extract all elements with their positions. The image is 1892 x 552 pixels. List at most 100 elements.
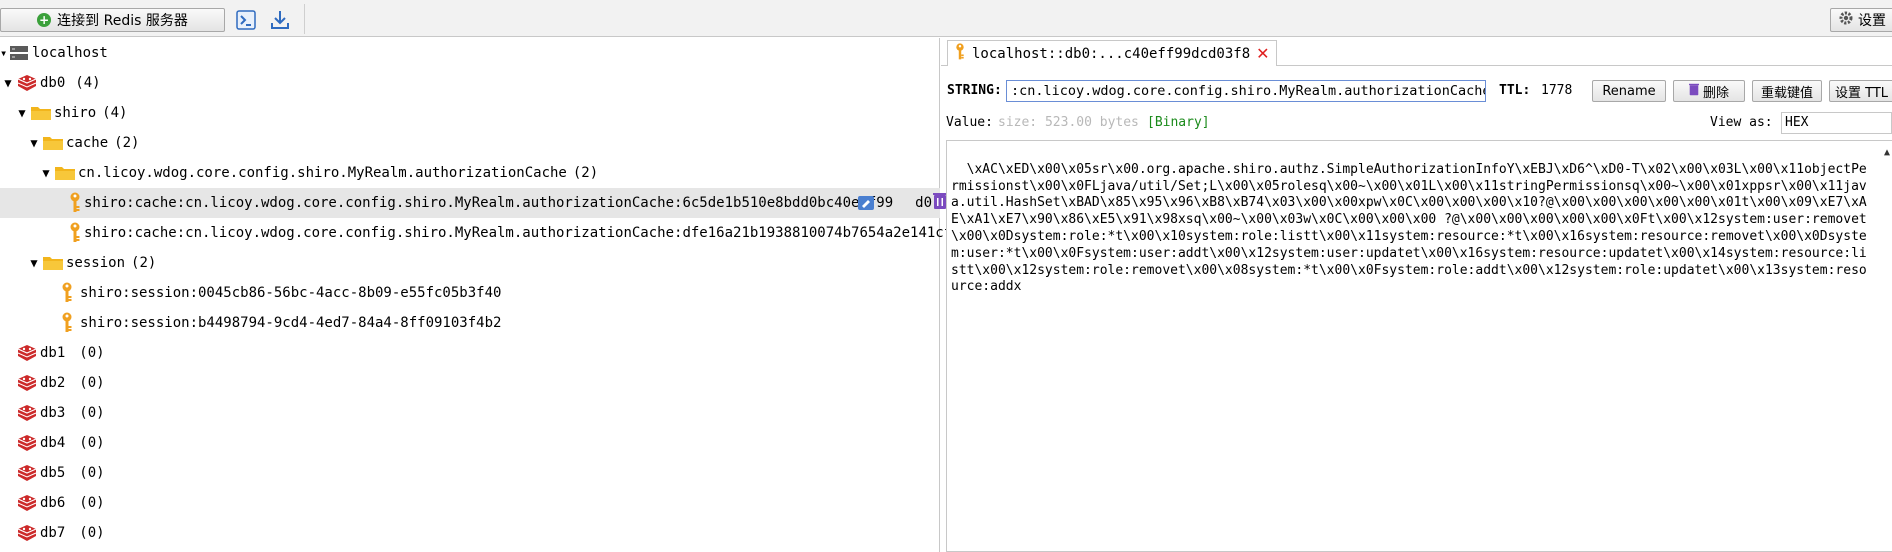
binary-tag: [Binary] [1147, 115, 1210, 130]
rename-button[interactable]: Rename [1592, 80, 1666, 102]
expand-arrow-icon[interactable]: ▼ [28, 136, 40, 150]
tree-item-key-selected[interactable]: shiro:cache:cn.licoy.wdog.core.config.sh… [0, 188, 956, 218]
expand-arrow-icon[interactable]: ▼ [28, 256, 40, 270]
tree-item-label: db0 [40, 75, 66, 91]
console-icon[interactable] [234, 8, 258, 32]
gear-icon [1839, 11, 1853, 29]
tree-item-label: cache [66, 135, 109, 151]
reload-value-button[interactable]: 重载键值 [1752, 80, 1822, 102]
tree-item-db0[interactable]: ▼ db0 (4) [0, 68, 940, 98]
key-count: (0) [79, 345, 105, 361]
tree-item-label: shiro:cache:cn.licoy.wdog.core.config.sh… [84, 195, 894, 211]
database-icon [16, 372, 38, 394]
key-count: (0) [79, 495, 105, 511]
tree-item-key[interactable]: shiro:cache:cn.licoy.wdog.core.config.sh… [0, 218, 952, 248]
key-count: (0) [79, 375, 105, 391]
key-info-bar: STRING: :cn.licoy.wdog.core.config.shiro… [941, 78, 1892, 104]
tree-item-label: localhost [32, 45, 108, 61]
value-label: Value: [946, 115, 993, 130]
database-icon [16, 492, 38, 514]
server-icon [8, 42, 30, 64]
tree-item-label: db1 [40, 345, 66, 361]
scroll-up-icon[interactable]: ▲ [1884, 145, 1890, 162]
main-toolbar: + 连接到 Redis 服务器 设置 [0, 0, 1892, 37]
database-icon [16, 342, 38, 364]
value-editor[interactable]: \xAC\xED\x00\x05sr\x00.org.apache.shiro.… [946, 140, 1892, 552]
expand-arrow-icon[interactable]: ▼ [16, 106, 28, 120]
plus-icon: + [37, 13, 52, 27]
edit-icon[interactable] [858, 194, 874, 216]
key-count: (2) [131, 255, 157, 271]
trash-icon [1688, 83, 1699, 100]
view-as-label: View as: [1710, 115, 1773, 130]
tree-item-namespace-cache[interactable]: ▼ cache (2) [0, 128, 940, 158]
database-icon [16, 402, 38, 424]
key-type-label: STRING: [947, 83, 1002, 98]
key-count: (4) [75, 75, 101, 91]
database-icon [16, 432, 38, 454]
expand-arrow-icon[interactable]: ▼ [2, 76, 14, 90]
import-icon[interactable] [268, 8, 292, 32]
key-icon [56, 312, 78, 334]
tree-item-label: session [66, 255, 126, 271]
tree-item-label: db4 [40, 435, 66, 451]
connection-tree: ▾ localhost ▼ db0 (4) ▼ shiro (4) ▼ cach… [0, 38, 956, 552]
ttl-label: TTL: [1499, 83, 1531, 98]
key-name-field[interactable]: :cn.licoy.wdog.core.config.shiro.MyRealm… [1006, 80, 1486, 102]
tree-item-label: shiro [54, 105, 97, 121]
connect-label: 连接到 Redis 服务器 [57, 13, 188, 29]
view-as-select[interactable]: HEX [1781, 112, 1892, 134]
value-info-bar: Value: size: 523.00 bytes [Binary] View … [941, 112, 1892, 134]
expand-arrow-icon[interactable]: ▼ [40, 166, 52, 180]
connect-to-redis-button[interactable]: + 连接到 Redis 服务器 [0, 8, 225, 32]
tree-item-label: shiro:session:0045cb86-56bc-4acc-8b09-e5… [80, 285, 502, 301]
ttl-value: 1778 [1541, 83, 1573, 98]
settings-label: 设置 [1858, 13, 1886, 29]
folder-icon [42, 132, 64, 154]
set-ttl-label: 设置 TTL [1835, 85, 1889, 101]
tree-item-db5[interactable]: db5 (0) [0, 458, 940, 488]
database-icon [16, 462, 38, 484]
tree-item-db3[interactable]: db3 (0) [0, 398, 940, 428]
tree-item-db2[interactable]: db2 (0) [0, 368, 940, 398]
key-icon [954, 42, 966, 65]
tree-item-db6[interactable]: db6 (0) [0, 488, 940, 518]
tree-item-key[interactable]: shiro:session:b4498794-9cd4-4ed7-84a4-8f… [0, 308, 940, 338]
tree-item-namespace-shiro[interactable]: ▼ shiro (4) [0, 98, 940, 128]
tree-item-label-suffix: d0 [915, 195, 933, 211]
key-count: (2) [114, 135, 140, 151]
key-count: (0) [79, 525, 105, 541]
tree-item-db1[interactable]: db1 (0) [0, 338, 940, 368]
key-count: (0) [79, 435, 105, 451]
expand-arrow-icon[interactable]: ▾ [0, 46, 7, 60]
rename-label: Rename [1602, 83, 1656, 99]
tree-item-db4[interactable]: db4 (0) [0, 428, 940, 458]
tree-item-namespace-session[interactable]: ▼ session (2) [0, 248, 940, 278]
tab-key[interactable]: localhost::db0:...c40eff99dcd03f8 ✕ [947, 40, 1277, 66]
set-ttl-button[interactable]: 设置 TTL [1829, 80, 1892, 102]
key-count: (2) [572, 165, 599, 181]
database-icon [16, 72, 38, 94]
close-icon[interactable]: ✕ [1256, 44, 1269, 63]
key-icon [68, 222, 82, 244]
tree-item-key[interactable]: shiro:session:0045cb86-56bc-4acc-8b09-e5… [0, 278, 940, 308]
key-icon [68, 192, 82, 214]
tree-item-label: db5 [40, 465, 66, 481]
key-count: (0) [79, 405, 105, 421]
value-size: size: 523.00 bytes [998, 115, 1139, 130]
tree-item-namespace-authorization-cache[interactable]: ▼ cn.licoy.wdog.core.config.shiro.MyReal… [0, 158, 940, 188]
tree-item-db7[interactable]: db7 (0) [0, 518, 940, 548]
tree-item-server[interactable]: ▾ localhost [0, 38, 940, 68]
trash-icon[interactable] [933, 192, 948, 214]
tree-item-label: cn.licoy.wdog.core.config.shiro.MyRealm.… [78, 165, 567, 181]
tree-item-label: db6 [40, 495, 66, 511]
tree-item-label: shiro:session:b4498794-9cd4-4ed7-84a4-8f… [80, 315, 502, 331]
tree-item-label: db3 [40, 405, 66, 421]
folder-icon [54, 162, 76, 184]
key-count: (4) [102, 105, 128, 121]
folder-icon [30, 102, 52, 124]
settings-button[interactable]: 设置 [1830, 8, 1892, 32]
key-tab-bar: localhost::db0:...c40eff99dcd03f8 ✕ [941, 38, 1892, 66]
delete-button[interactable]: 删除 [1673, 80, 1745, 102]
database-icon [16, 522, 38, 544]
